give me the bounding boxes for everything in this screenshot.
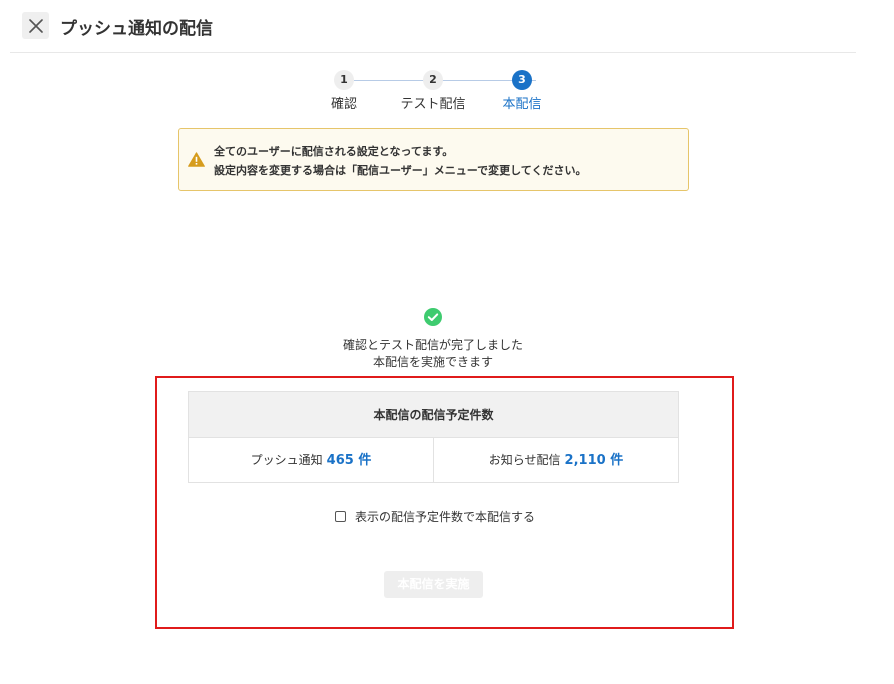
- check-circle-icon: [424, 308, 442, 326]
- header: プッシュ通知の配信: [10, 0, 856, 53]
- alert-message: 全てのユーザーに配信される設定となってます。 設定内容を変更する場合は「配信ユー…: [214, 142, 586, 180]
- step-number: 2: [423, 70, 443, 90]
- alert-line-2: 設定内容を変更する場合は「配信ユーザー」メニューで変更してください。: [214, 164, 587, 177]
- page-title: プッシュ通知の配信: [60, 19, 213, 39]
- step-label: 本配信: [502, 97, 542, 112]
- step-2: 2 テスト配信: [393, 70, 473, 112]
- stepper: 1 確認 2 テスト配信 3 本配信: [320, 70, 560, 114]
- step-number: 1: [334, 70, 354, 90]
- notice-count-value: 2,110 件: [564, 453, 624, 468]
- count-table-heading: 本配信の配信予定件数: [189, 392, 678, 438]
- step-3: 3 本配信: [482, 70, 562, 112]
- confirm-checkbox-row[interactable]: 表示の配信予定件数で本配信する: [335, 508, 535, 525]
- push-count-cell: プッシュ通知 465 件: [189, 438, 433, 483]
- delivery-count-table: 本配信の配信予定件数 プッシュ通知 465 件 お知らせ配信 2,110 件: [188, 391, 679, 483]
- push-count-value: 465 件: [326, 453, 372, 468]
- count-table-row: プッシュ通知 465 件 お知らせ配信 2,110 件: [189, 438, 678, 483]
- status-message: 確認とテスト配信が完了しました 本配信を実施できます: [283, 337, 583, 371]
- confirm-checkbox[interactable]: [335, 511, 346, 522]
- submit-delivery-button[interactable]: 本配信を実施: [384, 571, 483, 598]
- warning-icon: [188, 152, 205, 167]
- close-button[interactable]: [22, 12, 49, 39]
- step-number: 3: [512, 70, 532, 90]
- warning-alert: 全てのユーザーに配信される設定となってます。 設定内容を変更する場合は「配信ユー…: [178, 128, 689, 191]
- status-line-1: 確認とテスト配信が完了しました: [342, 338, 523, 352]
- notice-count-cell: お知らせ配信 2,110 件: [433, 438, 678, 483]
- status-line-2: 本配信を実施できます: [372, 355, 493, 369]
- push-count-label: プッシュ通知: [250, 453, 323, 467]
- alert-line-1: 全てのユーザーに配信される設定となってます。: [214, 145, 454, 158]
- step-label: 確認: [330, 97, 357, 112]
- step-1: 1 確認: [304, 70, 384, 112]
- step-label: テスト配信: [400, 97, 466, 112]
- close-icon: [28, 18, 43, 33]
- confirm-checkbox-label[interactable]: 表示の配信予定件数で本配信する: [355, 508, 535, 525]
- notice-count-label: お知らせ配信: [488, 453, 561, 467]
